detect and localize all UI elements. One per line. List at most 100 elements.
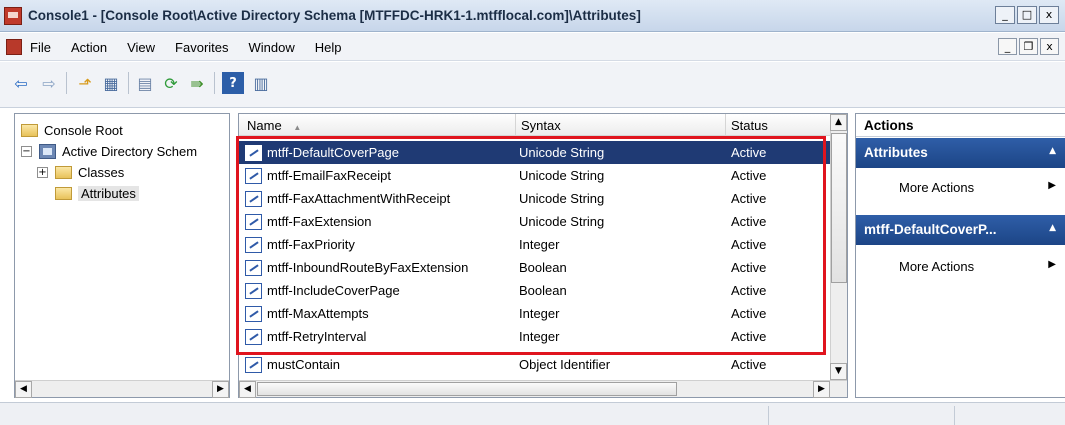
schema-icon [39, 143, 56, 159]
list-horizontal-scrollbar[interactable]: ◀ ▶ [239, 380, 847, 398]
collapse-section-icon[interactable]: ▲ [1049, 146, 1056, 156]
toolbar: ⇦ ⇨ ⬏ ▦ ▤ ⟳ ⇛ ? ▥ [0, 62, 1065, 108]
cell-name: mtff-MaxAttempts [267, 306, 369, 321]
tree-item-active-directory-schema[interactable]: − Active Directory Schem [21, 141, 197, 161]
cell-name: mtff-FaxPriority [267, 237, 355, 252]
close-button[interactable]: x [1039, 6, 1059, 24]
results-list-pane[interactable]: Name ▲ Syntax Status mtff-DefaultCoverPa… [238, 113, 848, 398]
table-row[interactable]: mtff-DefaultCoverPage Unicode String Act… [239, 141, 831, 164]
cell-syntax: Integer [519, 306, 560, 321]
cell-syntax: Boolean [519, 260, 567, 275]
menu-favorites[interactable]: Favorites [175, 40, 228, 55]
console-tree-pane[interactable]: Console Root − Active Directory Schem + … [14, 113, 230, 398]
cell-status: Active [731, 283, 767, 298]
scroll-thumb[interactable] [831, 133, 847, 283]
more-actions-item[interactable]: More Actions ▶ [856, 255, 1065, 279]
menu-help[interactable]: Help [315, 40, 342, 55]
cell-status: Active [731, 168, 767, 183]
cell-name: mtff-FaxAttachmentWithReceipt [267, 191, 451, 206]
table-row[interactable]: mtff-FaxPriority Integer Active [239, 233, 831, 256]
toolbar-separator [214, 72, 215, 94]
child-close-button[interactable]: x [1040, 38, 1059, 55]
table-row[interactable]: mustContain Object Identifier Active [239, 353, 831, 376]
child-restore-button[interactable]: ❐ [1019, 38, 1038, 55]
table-row[interactable]: mtff-MaxAttempts Integer Active [239, 302, 831, 325]
cell-syntax: Unicode String [519, 214, 605, 229]
maximize-button[interactable]: □ [1017, 6, 1037, 24]
expand-icon[interactable]: + [37, 166, 48, 178]
document-window-icon[interactable] [6, 39, 22, 55]
tree-label: Attributes [78, 185, 139, 201]
table-row[interactable]: mtff-InboundRouteByFaxExtension Boolean … [239, 256, 831, 279]
section-label: Attributes [864, 145, 928, 160]
more-actions-item[interactable]: More Actions ▶ [856, 176, 1065, 200]
back-icon[interactable]: ⇦ [10, 72, 32, 94]
table-row[interactable]: mtff-RetryInterval Integer Active [239, 325, 831, 348]
tree-label: Active Directory Schem [62, 143, 198, 159]
tree-item-classes[interactable]: + Classes [37, 162, 124, 182]
menu-action[interactable]: Action [71, 40, 107, 55]
attribute-icon [245, 260, 262, 276]
show-hide-tree-icon[interactable]: ▦ [100, 72, 122, 94]
cell-syntax: Unicode String [519, 145, 605, 160]
column-header-status[interactable]: Status [731, 118, 768, 133]
cell-status: Active [731, 191, 767, 206]
actions-section-attributes[interactable]: Attributes ▲ [856, 138, 1065, 168]
menu-file[interactable]: File [30, 40, 51, 55]
column-header-name[interactable]: Name ▲ [247, 118, 301, 133]
scroll-left-icon[interactable]: ◀ [15, 381, 32, 398]
up-folder-icon[interactable]: ⬏ [74, 72, 96, 94]
child-minimize-button[interactable]: _ [998, 38, 1017, 55]
column-divider[interactable] [515, 114, 516, 136]
minimize-button[interactable]: _ [995, 6, 1015, 24]
collapse-icon[interactable]: − [21, 145, 32, 157]
attribute-icon [245, 306, 262, 322]
cell-status: Active [731, 237, 767, 252]
cell-name: mtff-IncludeCoverPage [267, 283, 400, 298]
scroll-right-icon[interactable]: ▶ [813, 381, 830, 398]
column-header-syntax[interactable]: Syntax [521, 118, 561, 133]
tree-horizontal-scrollbar[interactable]: ◀ ▶ [15, 380, 229, 398]
table-row[interactable]: mtff-FaxExtension Unicode String Active [239, 210, 831, 233]
cell-syntax: Integer [519, 237, 560, 252]
attribute-icon [245, 237, 262, 253]
cell-name: mtff-InboundRouteByFaxExtension [267, 260, 469, 275]
cell-name: mtff-EmailFaxReceipt [267, 168, 392, 183]
list-vertical-scrollbar[interactable]: ▲ ▼ [830, 114, 847, 380]
export-icon[interactable]: ⇛ [186, 72, 208, 94]
table-row[interactable]: mtff-IncludeCoverPage Boolean Active [239, 279, 831, 302]
forward-icon[interactable]: ⇨ [38, 72, 60, 94]
show-hide-action-pane-icon[interactable]: ▥ [250, 72, 272, 94]
actions-section-selected-item[interactable]: mtff-DefaultCoverP... ▲ [856, 215, 1065, 245]
scroll-left-icon[interactable]: ◀ [239, 381, 256, 398]
submenu-arrow-icon: ▶ [1048, 180, 1056, 191]
scroll-thumb[interactable] [257, 382, 677, 396]
folder-icon [55, 165, 72, 179]
properties-icon[interactable]: ▤ [134, 72, 156, 94]
table-row[interactable]: mtff-FaxAttachmentWithReceipt Unicode St… [239, 187, 831, 210]
collapse-section-icon[interactable]: ▲ [1049, 223, 1056, 233]
column-divider[interactable] [725, 114, 726, 136]
scroll-up-icon[interactable]: ▲ [830, 114, 847, 131]
tree-item-console-root[interactable]: Console Root [21, 120, 123, 140]
refresh-icon[interactable]: ⟳ [160, 72, 182, 94]
scroll-right-icon[interactable]: ▶ [212, 381, 229, 398]
tree-label: Classes [78, 164, 125, 180]
cell-syntax: Unicode String [519, 168, 605, 183]
attribute-icon [245, 357, 262, 373]
attribute-icon [245, 283, 262, 299]
mmc-app-icon[interactable] [4, 7, 22, 25]
actions-header: Actions [856, 114, 1065, 137]
tree-item-attributes[interactable]: Attributes [55, 183, 139, 203]
scroll-down-icon[interactable]: ▼ [830, 363, 847, 380]
menu-item-label: More Actions [899, 180, 975, 195]
cell-syntax: Boolean [519, 283, 567, 298]
window-title: Console1 - [Console Root\Active Director… [28, 8, 641, 23]
cell-status: Active [731, 214, 767, 229]
help-icon[interactable]: ? [222, 72, 244, 94]
table-row[interactable]: mtff-EmailFaxReceipt Unicode String Acti… [239, 164, 831, 187]
cell-status: Active [731, 329, 767, 344]
menu-window[interactable]: Window [249, 40, 295, 55]
menu-view[interactable]: View [127, 40, 155, 55]
column-label: Name [247, 118, 282, 133]
